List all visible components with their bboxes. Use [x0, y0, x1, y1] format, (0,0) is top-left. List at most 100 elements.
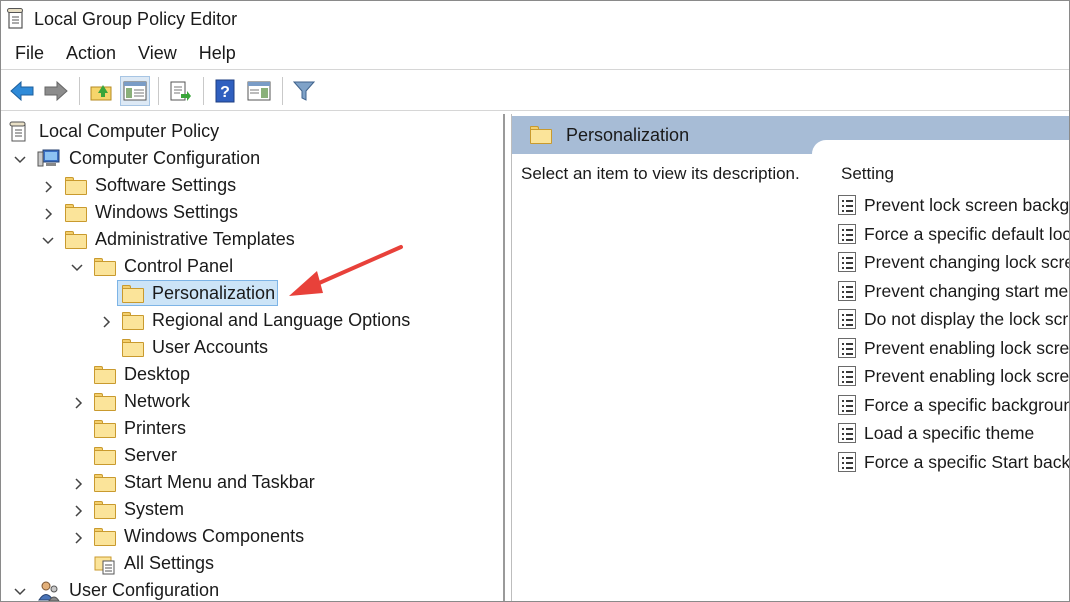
tree-item-all-settings[interactable]: All Settings — [94, 550, 214, 577]
details-title: Personalization — [566, 125, 690, 145]
setting-row[interactable]: Force a specific backgroun — [838, 391, 1070, 419]
tree-label: Software Settings — [95, 175, 237, 195]
folder-icon — [94, 419, 116, 438]
chevron-right-icon[interactable] — [43, 208, 55, 220]
folder-icon — [94, 500, 116, 519]
forward-icon[interactable] — [41, 76, 71, 106]
policy-app-icon — [7, 8, 25, 30]
tree-label: Computer Configuration — [69, 148, 261, 168]
folder-icon — [122, 311, 144, 330]
folder-icon — [94, 392, 116, 411]
group-policy-editor-window: Local Group Policy Editor File Action Vi… — [0, 0, 1070, 602]
setting-row[interactable]: Load a specific theme — [838, 419, 1034, 447]
svg-text:?: ? — [220, 84, 230, 101]
menu-action[interactable]: Action — [58, 43, 124, 64]
chevron-down-icon[interactable] — [42, 235, 54, 247]
back-icon[interactable] — [7, 76, 37, 106]
tree-label: Local Computer Policy — [39, 121, 220, 141]
folder-icon — [94, 473, 116, 492]
tree-item-user-configuration[interactable]: User Configuration — [37, 577, 219, 601]
setting-row[interactable]: Force a specific default loc — [838, 220, 1070, 248]
computer-icon — [37, 148, 61, 170]
tree-item-regional-language-options[interactable]: Regional and Language Options — [122, 307, 410, 334]
chevron-right-icon[interactable] — [73, 505, 85, 517]
setting-row[interactable]: Prevent changing start me — [838, 277, 1068, 305]
tree-pane: Local Computer Policy Computer Configura… — [1, 114, 505, 601]
tree-item-windows-settings[interactable]: Windows Settings — [65, 199, 238, 226]
menu-file[interactable]: File — [7, 43, 52, 64]
tree-label: Start Menu and Taskbar — [124, 472, 315, 492]
policy-setting-icon — [838, 338, 856, 358]
tree-label: All Settings — [124, 553, 215, 573]
header-shape — [812, 140, 1069, 160]
chevron-down-icon[interactable] — [71, 262, 83, 274]
tree-item-network[interactable]: Network — [94, 388, 190, 415]
setting-name: Prevent lock screen backgr — [864, 194, 1070, 215]
folder-icon — [530, 126, 552, 144]
tree-item-personalization[interactable]: Personalization — [122, 280, 275, 307]
policy-setting-icon — [838, 224, 856, 244]
window-title: Local Group Policy Editor — [34, 8, 238, 29]
toolbar-separator — [79, 76, 80, 105]
setting-row[interactable]: Prevent enabling lock scree — [838, 362, 1069, 390]
folder-icon — [94, 446, 116, 465]
setting-name: Do not display the lock scr — [864, 308, 1069, 329]
chevron-right-icon[interactable] — [73, 478, 85, 490]
tree-label: Regional and Language Options — [152, 310, 411, 330]
setting-name: Load a specific theme — [864, 422, 1035, 443]
tree-label: User Accounts — [152, 337, 269, 357]
tree-label: Server — [124, 445, 178, 465]
title-bar: Local Group Policy Editor — [1, 1, 1069, 37]
chevron-right-icon[interactable] — [73, 397, 85, 409]
tree-item-control-panel[interactable]: Control Panel — [94, 253, 233, 280]
up-folder-icon[interactable] — [86, 76, 116, 106]
setting-row[interactable]: Do not display the lock scr — [838, 305, 1068, 333]
folder-icon — [94, 527, 116, 546]
setting-name: Force a specific backgroun — [864, 394, 1070, 415]
setting-row[interactable]: Prevent lock screen backgr — [838, 191, 1070, 219]
tree-label: Personalization — [152, 283, 276, 303]
tree-label: Windows Settings — [95, 202, 239, 222]
setting-row[interactable]: Prevent changing lock scre — [838, 248, 1070, 276]
tree-item-administrative-templates[interactable]: Administrative Templates — [65, 226, 295, 253]
chevron-right-icon[interactable] — [73, 532, 85, 544]
folder-icon — [65, 203, 87, 222]
setting-row[interactable]: Prevent enabling lock scree — [838, 334, 1069, 362]
tree-item-local-computer-policy[interactable]: Local Computer Policy — [9, 118, 219, 145]
tree-label: Desktop — [124, 364, 191, 384]
user-icon — [37, 580, 61, 601]
policy-setting-icon — [838, 423, 856, 443]
setting-column-header[interactable]: Setting — [841, 164, 894, 184]
show-action-pane-icon[interactable] — [244, 76, 274, 106]
setting-row[interactable]: Force a specific Start backg — [838, 448, 1070, 476]
menu-view[interactable]: View — [130, 43, 185, 64]
toolbar-separator — [203, 76, 204, 105]
tree-item-windows-components[interactable]: Windows Components — [94, 523, 304, 550]
setting-name: Force a specific Start backg — [864, 451, 1070, 472]
tree-label: Administrative Templates — [95, 229, 295, 249]
export-list-icon[interactable] — [165, 76, 195, 106]
tree-item-printers[interactable]: Printers — [94, 415, 186, 442]
setting-name: Prevent changing lock scre — [864, 251, 1070, 272]
show-hide-tree-icon[interactable] — [120, 75, 150, 106]
tree-label: Windows Components — [124, 526, 305, 546]
setting-name: Force a specific default loc — [864, 223, 1070, 244]
toolbar-separator — [282, 76, 283, 105]
chevron-right-icon[interactable] — [101, 316, 113, 328]
tree-item-computer-configuration[interactable]: Computer Configuration — [37, 145, 260, 172]
tree-item-user-accounts[interactable]: User Accounts — [122, 334, 268, 361]
tree-item-software-settings[interactable]: Software Settings — [65, 172, 236, 199]
chevron-right-icon[interactable] — [43, 181, 55, 193]
menu-help[interactable]: Help — [191, 43, 244, 64]
policy-setting-icon — [838, 452, 856, 472]
filter-icon[interactable] — [289, 76, 319, 106]
tree-item-system[interactable]: System — [94, 496, 184, 523]
help-icon[interactable]: ? — [210, 76, 240, 106]
tree-item-start-menu-taskbar[interactable]: Start Menu and Taskbar — [94, 469, 315, 496]
chevron-down-icon[interactable] — [14, 586, 26, 598]
chevron-down-icon[interactable] — [14, 154, 26, 166]
policy-setting-icon — [838, 195, 856, 215]
details-pane: Personalization Select an item to view i… — [511, 114, 1070, 601]
tree-item-desktop[interactable]: Desktop — [94, 361, 190, 388]
tree-item-server[interactable]: Server — [94, 442, 177, 469]
